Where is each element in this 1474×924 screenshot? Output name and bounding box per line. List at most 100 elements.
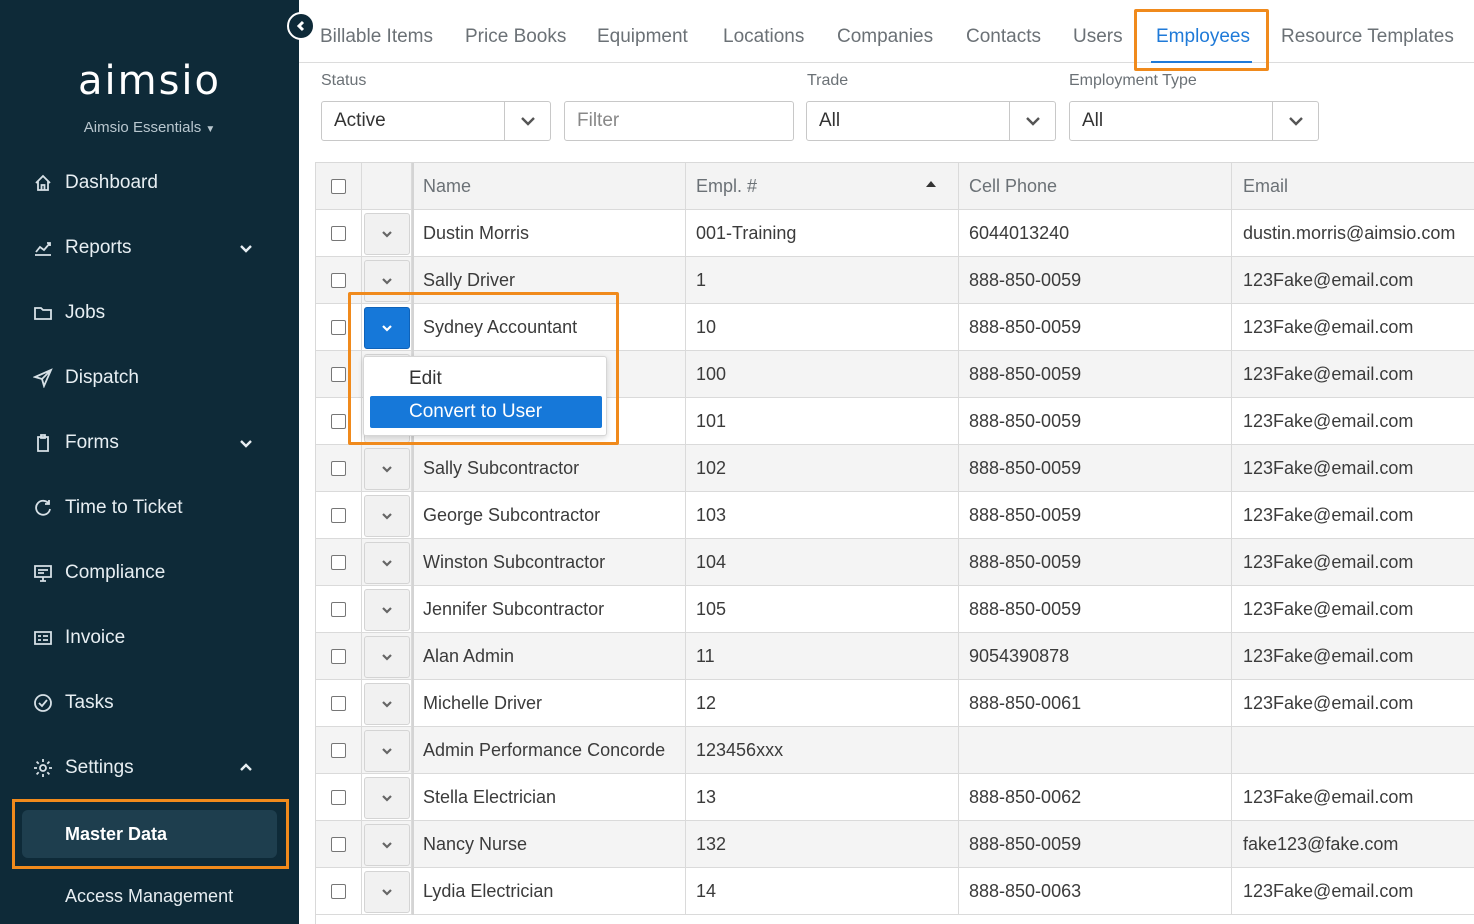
table-row[interactable]: Sally Subcontractor 102 888-850-0059 123Fak… (316, 445, 1474, 492)
chevron-down-icon (381, 698, 393, 710)
sidebar-item-master-data[interactable]: Master Data (22, 810, 277, 858)
tab-price-books[interactable]: Price Books (465, 26, 566, 48)
row-checkbox[interactable] (331, 508, 346, 523)
row-checkbox[interactable] (331, 649, 346, 664)
chevron-down-icon[interactable] (1009, 102, 1055, 140)
cell-email: 123Fake@email.com (1243, 599, 1414, 619)
sidebar-item-reports[interactable]: Reports (0, 226, 299, 270)
chevron-down-icon[interactable] (1272, 102, 1318, 140)
select-all-checkbox[interactable] (331, 179, 346, 194)
org-switcher[interactable]: Aimsio Essentials ▼ (0, 119, 299, 136)
row-actions-button[interactable] (363, 494, 410, 537)
table-row[interactable]: Jennifer Subcontractor 105 888-850-0059 123… (316, 586, 1474, 633)
table-row[interactable]: Nancy Nurse 132 888-850-0059 fake123@fake.c… (316, 821, 1474, 868)
cell-phone: 888-850-0062 (959, 774, 1232, 821)
chevron-down-icon (381, 886, 393, 898)
filter-input[interactable] (564, 101, 794, 141)
tab-billable-items[interactable]: Billable Items (320, 26, 433, 48)
table-row[interactable]: Stella Electrician 13 888-850-0062 123Fake@… (316, 774, 1474, 821)
cell-phone: 888-850-0059 (959, 351, 1232, 398)
sidebar-item-compliance[interactable]: Compliance (0, 551, 299, 595)
employment-type-select[interactable]: All (1069, 101, 1319, 141)
tab-locations[interactable]: Locations (723, 26, 804, 48)
table-row[interactable]: Alan Admin 11 9054390878 123Fake@email.com (316, 633, 1474, 680)
employment-type-label: Employment Type (1069, 72, 1197, 89)
sidebar-item-settings[interactable]: Settings (0, 746, 299, 790)
row-checkbox[interactable] (331, 837, 346, 852)
row-checkbox[interactable] (331, 320, 346, 335)
sidebar-item-invoice[interactable]: Invoice (0, 616, 299, 660)
cell-name: Winston Subcontractor (412, 539, 686, 586)
sidebar-item-dispatch[interactable]: Dispatch (0, 356, 299, 400)
sort-ascending-icon (926, 181, 936, 187)
tab-resource-templates[interactable]: Resource Templates (1281, 26, 1454, 48)
sidebar-item-dashboard[interactable]: Dashboard (0, 161, 299, 205)
row-checkbox[interactable] (331, 790, 346, 805)
row-checkbox[interactable] (331, 602, 346, 617)
table-row[interactable]: Michelle Driver 12 888-850-0061 123Fake@ema… (316, 680, 1474, 727)
chevron-down-icon (381, 510, 393, 522)
chevron-down-icon[interactable] (504, 102, 550, 140)
cell-empl: 132 (686, 821, 959, 868)
row-actions-button[interactable] (363, 635, 410, 678)
row-checkbox[interactable] (331, 273, 346, 288)
sidebar-item-time-to-ticket[interactable]: Time to Ticket (0, 486, 299, 530)
chevron-down-icon[interactable] (237, 434, 255, 452)
row-checkbox[interactable] (331, 367, 346, 382)
cell-name: Nancy Nurse (412, 821, 686, 868)
chevron-down-icon[interactable] (237, 239, 255, 257)
cell-email: 123Fake@email.com (1243, 693, 1414, 713)
row-actions-button[interactable] (363, 776, 410, 819)
tab-equipment[interactable]: Equipment (597, 26, 688, 48)
cell-email: 123Fake@email.com (1243, 411, 1414, 431)
chevron-up-icon[interactable] (237, 759, 255, 777)
row-actions-button[interactable] (363, 588, 410, 631)
column-header-cell-phone[interactable]: Cell Phone (959, 163, 1232, 210)
table-row[interactable]: Winston Subcontractor 104 888-850-0059 123F… (316, 539, 1474, 586)
employment-type-value: All (1082, 110, 1104, 131)
row-actions-cell (362, 539, 412, 586)
row-checkbox[interactable] (331, 226, 346, 241)
table-row[interactable]: Admin Performance Concorde 123456xxx (316, 727, 1474, 774)
sidebar-item-label: Dispatch (65, 367, 139, 388)
row-checkbox[interactable] (331, 696, 346, 711)
tab-users[interactable]: Users (1073, 26, 1123, 48)
row-actions-button[interactable] (363, 541, 410, 584)
table-row[interactable]: Dustin Morris 001-Training 6044013240 dusti… (316, 210, 1474, 257)
row-actions-button[interactable] (363, 682, 410, 725)
row-checkbox[interactable] (331, 555, 346, 570)
row-checkbox[interactable] (331, 414, 346, 429)
cell-empl: 105 (686, 586, 959, 633)
column-header-name[interactable]: Name (412, 163, 686, 210)
row-checkbox[interactable] (331, 743, 346, 758)
column-header-email[interactable]: Email (1232, 163, 1474, 210)
row-actions-button[interactable] (363, 447, 410, 490)
sidebar-item-label: Jobs (65, 302, 106, 323)
row-actions-cell (362, 586, 412, 633)
select-all-cell (316, 163, 362, 210)
sidebar-item-tasks[interactable]: Tasks (0, 681, 299, 725)
status-select[interactable]: Active (321, 101, 551, 141)
sidebar-item-jobs[interactable]: Jobs (0, 291, 299, 335)
table-row[interactable]: George Subcontractor 103 888-850-0059 123Fa… (316, 492, 1474, 539)
row-actions-button[interactable] (363, 729, 410, 772)
tab-companies[interactable]: Companies (837, 26, 933, 48)
tab-contacts[interactable]: Contacts (966, 26, 1041, 48)
row-actions-button[interactable] (363, 870, 410, 913)
column-header-empl[interactable]: Empl. # (686, 163, 959, 210)
cell-phone: 888-850-0063 (959, 868, 1232, 915)
row-actions-cell (362, 633, 412, 680)
sidebar-item-forms[interactable]: Forms (0, 421, 299, 465)
row-actions-cell (362, 492, 412, 539)
row-actions-button[interactable] (363, 823, 410, 866)
sidebar-item-access-management[interactable]: Access Management (65, 886, 233, 907)
table-row[interactable]: Lydia Electrician 14 888-850-0063 123Fake@e… (316, 868, 1474, 915)
row-select-cell (316, 774, 362, 821)
trade-select[interactable]: All (806, 101, 1056, 141)
cell-phone: 6044013240 (959, 210, 1232, 257)
cell-phone: 888-850-0061 (959, 680, 1232, 727)
row-checkbox[interactable] (331, 884, 346, 899)
cell-empl: 102 (686, 445, 959, 492)
row-checkbox[interactable] (331, 461, 346, 476)
row-actions-button[interactable] (363, 212, 410, 255)
